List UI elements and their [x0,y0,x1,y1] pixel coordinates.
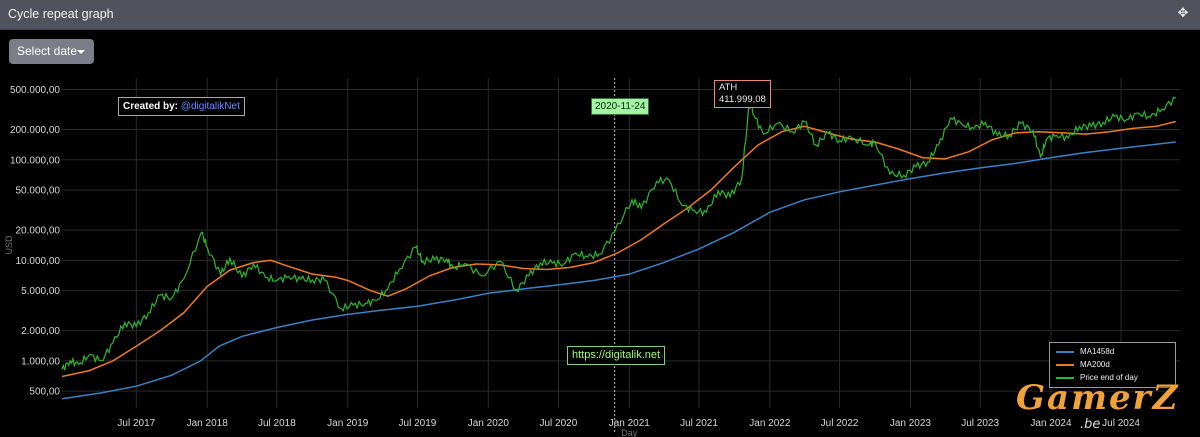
ath-value: 411.999,08 [719,94,766,105]
y-tick-label: 500,00 [29,387,60,398]
credit-handle-link[interactable]: @digitalikNet [181,101,240,112]
x-tick-label: Jan 2020 [468,418,510,429]
watermark-logo: GamerZ [1016,378,1180,418]
x-tick-label: Jan 2018 [187,418,229,429]
x-tick-label: Jan 2022 [749,418,791,429]
y-tick-label: 50.000,00 [16,186,61,197]
ath-annotation: ATH 411.999,08 [714,80,771,108]
x-tick-label: Jan 2023 [890,418,932,429]
y-axis-label: USD [4,235,14,255]
legend-label: MA1458d [1080,347,1115,356]
credit-prefix: Created by: [123,101,179,112]
y-tick-label: 100.000,00 [10,155,60,166]
x-tick-label: Jan 2024 [1030,418,1072,429]
site-url-label: https://digitalik.net [567,346,666,365]
y-tick-label: 2.000,00 [21,326,60,337]
watermark-suffix: .be [1080,417,1101,432]
x-tick-label: Jul 2018 [258,418,296,429]
legend-swatch [1056,363,1074,366]
credit-label: Created by: @digitalikNet [118,97,245,116]
y-tick-label: 5.000,00 [21,286,60,297]
legend-swatch [1056,350,1074,353]
y-tick-label: 20.000,00 [16,226,61,237]
date-marker-label: 2020-11-24 [591,98,650,115]
y-tick-label: 500.000,00 [10,85,60,96]
x-tick-label: Jul 2024 [1102,418,1140,429]
price-line [61,96,1176,371]
y-tick-label: 10.000,00 [16,256,61,267]
x-tick-label: Jul 2023 [961,418,999,429]
legend-label: MA200d [1080,360,1110,369]
x-axis-label: Day [621,428,638,437]
x-tick-label: Jul 2021 [680,418,718,429]
x-tick-label: Jul 2020 [540,418,578,429]
cycle-chart: 500,00 1.000,00 2.000,00 5.000,00 10.000,00 2… [4,78,1180,437]
y-tick-label: 200.000,00 [10,125,60,136]
ath-label: ATH [719,82,738,93]
x-tick-label: Jul 2022 [821,418,859,429]
legend-item-ma200d[interactable]: MA200d [1056,360,1110,370]
x-tick-label: Jul 2019 [399,418,437,429]
x-tick-label: Jul 2017 [117,418,155,429]
legend-item-ma1458d[interactable]: MA1458d [1056,347,1114,357]
x-tick-label: Jan 2019 [327,418,369,429]
y-tick-label: 1.000,00 [21,356,60,367]
